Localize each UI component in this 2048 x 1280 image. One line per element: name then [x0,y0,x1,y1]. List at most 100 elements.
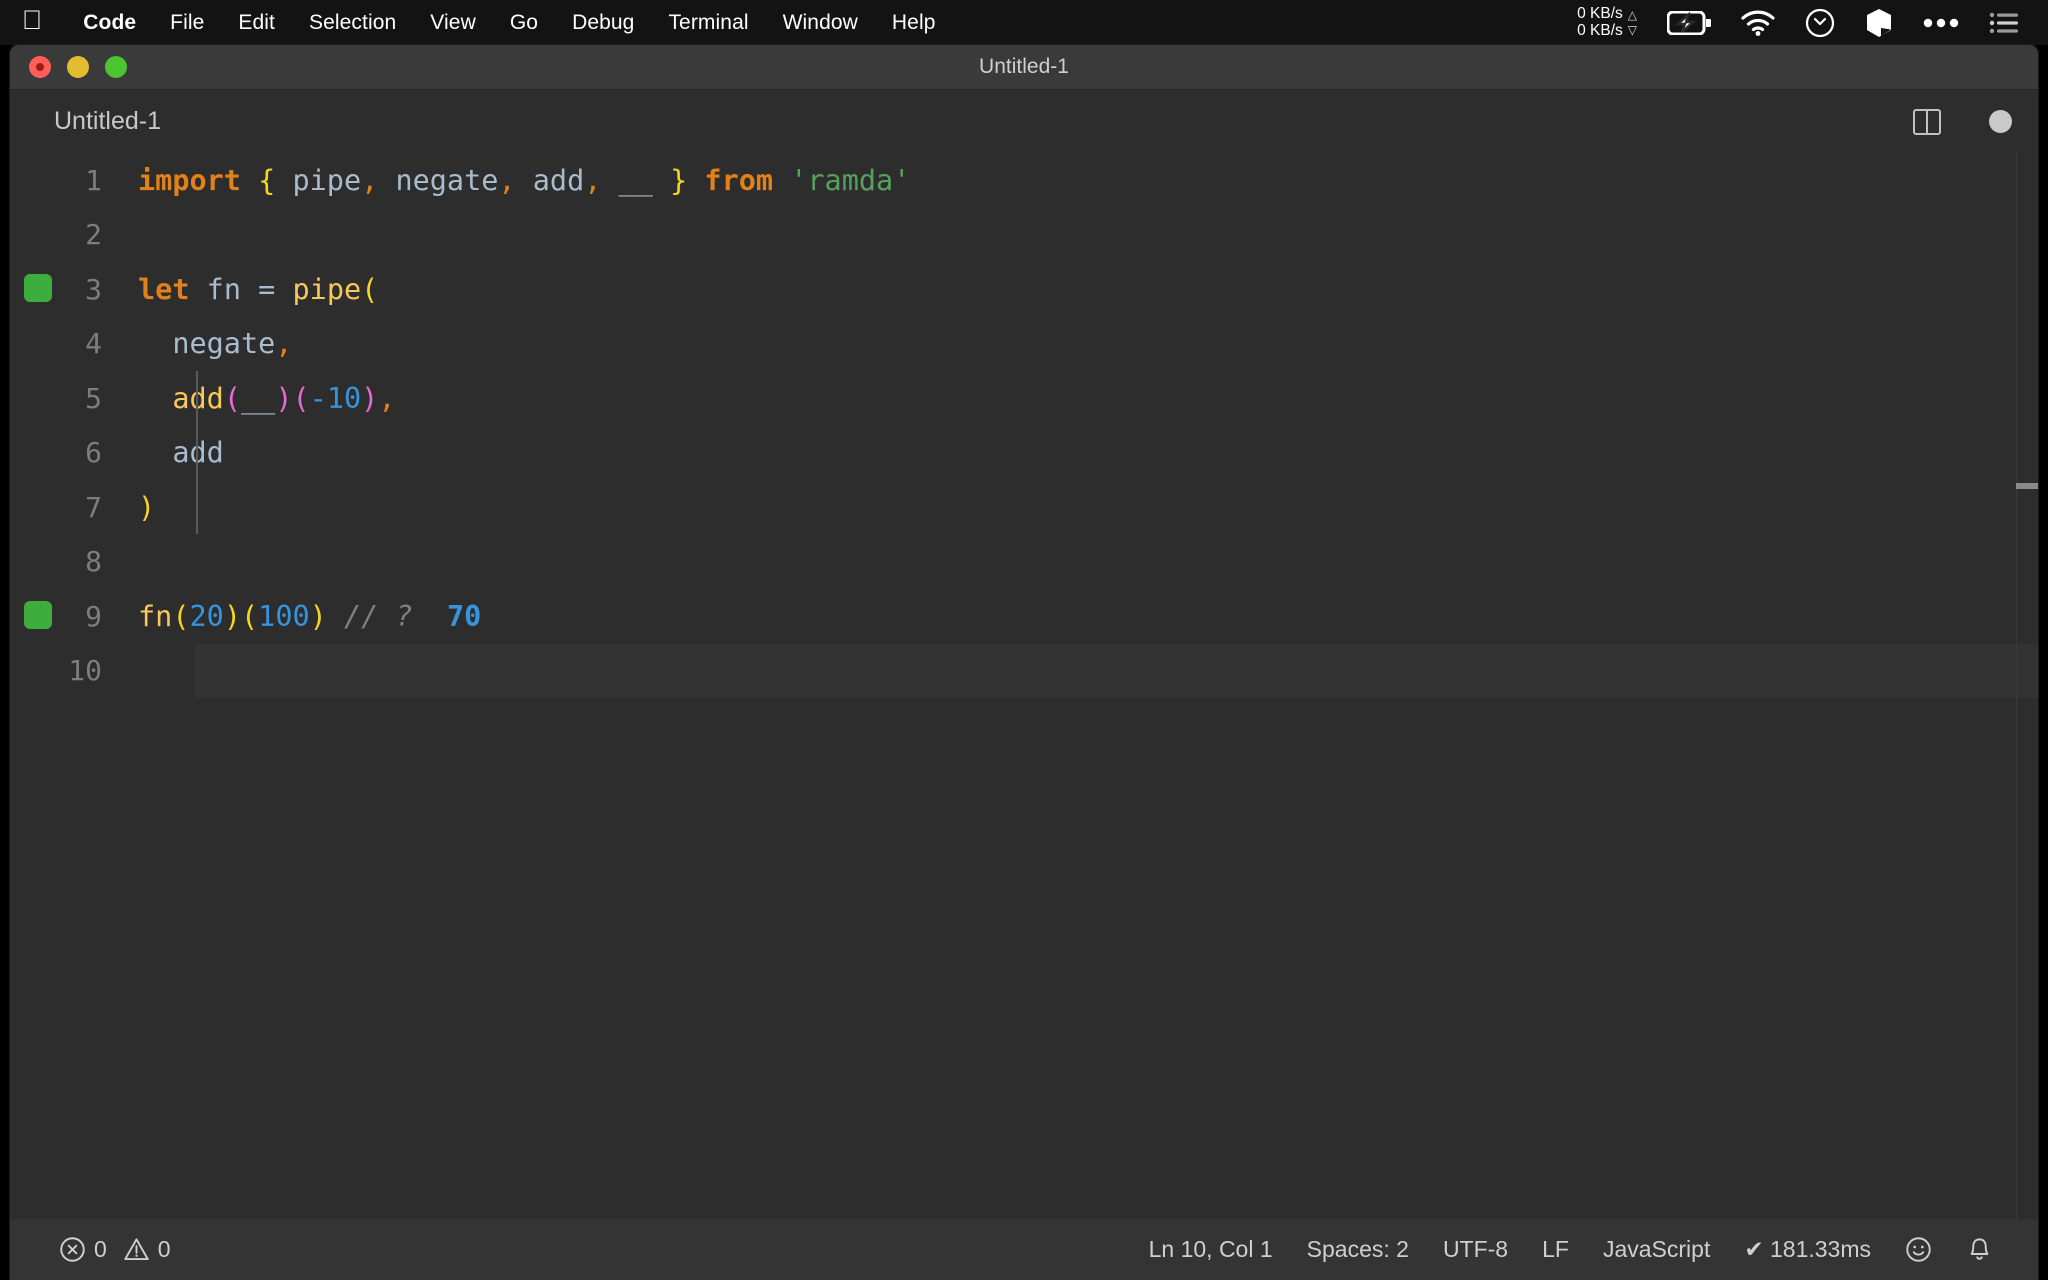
inline-result-value: 70 [446,599,482,633]
token-placeholder: __ [618,163,653,197]
menubar-tray: 0 KB/s 0 KB/s △ ▽ [1562,0,2034,45]
menu-item-selection[interactable]: Selection [292,11,413,35]
token-paren-open: ( [292,381,310,415]
network-speed-indicator[interactable]: 0 KB/s 0 KB/s △ ▽ [1562,0,1652,45]
box-icon[interactable] [1850,0,1908,45]
current-line-highlight [195,643,2038,698]
split-editor-icon[interactable] [1913,108,1941,135]
token-equals: = [258,272,276,306]
overview-ruler[interactable] [2016,153,2038,1219]
wifi-icon[interactable] [1726,0,1790,45]
token-negate: negate [172,327,276,361]
status-bar: 0 0 Ln 10, Col 1 Spaces: 2 UTF-8 LF Java… [10,1219,2038,1280]
breakpoint-marker[interactable] [24,274,52,302]
breakpoint-marker[interactable] [24,601,52,629]
status-problems[interactable]: 0 0 [42,1236,188,1263]
token-paren-close: ) [223,599,241,633]
close-button[interactable] [29,56,51,78]
menu-item-terminal[interactable]: Terminal [651,11,765,35]
line-content[interactable]: let fn = pipe( [135,273,2038,306]
clock-icon[interactable] [1790,0,1850,45]
token-keyword-from: from [704,163,774,197]
token-comma: , [584,163,602,197]
code-line[interactable]: 2 [10,208,2038,263]
control-center-icon[interactable] [1974,0,2034,45]
token-add-call: add [172,381,224,415]
token-paren-open: ( [172,599,190,633]
line-number: 6 [85,436,102,470]
menu-item-code[interactable]: Code [66,11,153,35]
overview-ruler-marker [2016,483,2038,489]
code-line[interactable]: 9 fn(20)(100) // ? 70 [10,589,2038,644]
line-content[interactable]: import { pipe, negate, add, __ } from 'r… [135,164,2038,197]
line-content[interactable]: add(__)(-10), [135,382,2038,415]
token-negate: negate [395,163,499,197]
error-count: 0 [94,1236,107,1262]
line-number: 8 [85,545,102,579]
tab-untitled-1[interactable]: Untitled-1 [10,90,185,153]
token-add: add [532,163,585,197]
line-number: 10 [68,654,102,688]
status-indentation[interactable]: Spaces: 2 [1290,1236,1426,1263]
line-number: 7 [85,490,102,524]
status-cursor-position[interactable]: Ln 10, Col 1 [1132,1236,1290,1263]
code-line[interactable]: 5 add(__)(-10), [10,371,2038,426]
code-line[interactable]: 3 let fn = pipe( [10,262,2038,317]
maximize-button[interactable] [105,56,127,78]
line-number: 2 [85,218,102,252]
code-lines[interactable]: 1 import { pipe, negate, add, __ } from … [10,153,2038,1219]
battery-charging-icon[interactable] [1652,0,1726,45]
token-number: 100 [258,599,310,633]
network-arrows-icon: △ ▽ [1627,7,1637,37]
menu-item-help[interactable]: Help [875,11,953,35]
code-line[interactable]: 8 [10,535,2038,590]
token-paren-open: ( [361,272,379,306]
code-editor[interactable]: 1 import { pipe, negate, add, __ } from … [10,153,2038,1219]
token-comma: , [275,327,293,361]
code-line[interactable]: 7 ) [10,480,2038,535]
status-eol[interactable]: LF [1525,1236,1586,1263]
menu-item-file[interactable]: File [153,11,221,35]
ellipsis-icon[interactable] [1908,0,1974,45]
token-paren-open: ( [223,381,241,415]
editor-actions [1913,90,2012,153]
menu-item-go[interactable]: Go [493,11,555,35]
bell-icon[interactable] [1949,1236,2010,1263]
token-paren-close: ) [361,381,379,415]
status-run-time[interactable]: ✔ 181.33ms [1727,1236,1888,1263]
line-content[interactable]: ) [135,491,2038,524]
token-paren-open: ( [241,599,259,633]
token-brace-open: { [258,163,276,197]
menu-item-debug[interactable]: Debug [555,11,651,35]
status-encoding[interactable]: UTF-8 [1426,1236,1525,1263]
line-content[interactable]: fn(20)(100) // ? 70 [135,600,2038,633]
line-number: 4 [85,327,102,361]
code-line[interactable]: 6 add [10,426,2038,481]
window-titlebar: Untitled-1 [10,45,2038,90]
status-language-mode[interactable]: JavaScript [1586,1236,1727,1263]
minimize-button[interactable] [67,56,89,78]
menu-item-view[interactable]: View [413,11,493,35]
menu-item-edit[interactable]: Edit [221,11,292,35]
token-keyword-let: let [138,272,190,306]
token-comment: // ? [344,599,413,633]
apple-logo-icon[interactable]:  [22,7,42,34]
error-circle-icon [60,1237,85,1262]
unsaved-dot-icon[interactable] [1989,110,2012,133]
token-pipe-call: pipe [292,272,362,306]
token-brace-close: } [670,163,688,197]
token-number: 20 [189,599,224,633]
menu-item-window[interactable]: Window [766,11,875,35]
token-add: add [172,436,224,470]
editor-tabbar: Untitled-1 [10,90,2038,153]
code-line[interactable]: 4 negate, [10,317,2038,372]
code-line[interactable]: 10 [10,643,2038,698]
line-content[interactable]: negate, [135,327,2038,360]
smiley-icon[interactable] [1888,1236,1949,1263]
token-number: -10 [309,381,362,415]
code-line[interactable]: 1 import { pipe, negate, add, __ } from … [10,153,2038,208]
token-comma: , [361,163,379,197]
token-paren-close: ) [275,381,293,415]
line-content[interactable]: add [135,436,2038,469]
status-bar-right: Ln 10, Col 1 Spaces: 2 UTF-8 LF JavaScri… [1132,1236,2038,1263]
